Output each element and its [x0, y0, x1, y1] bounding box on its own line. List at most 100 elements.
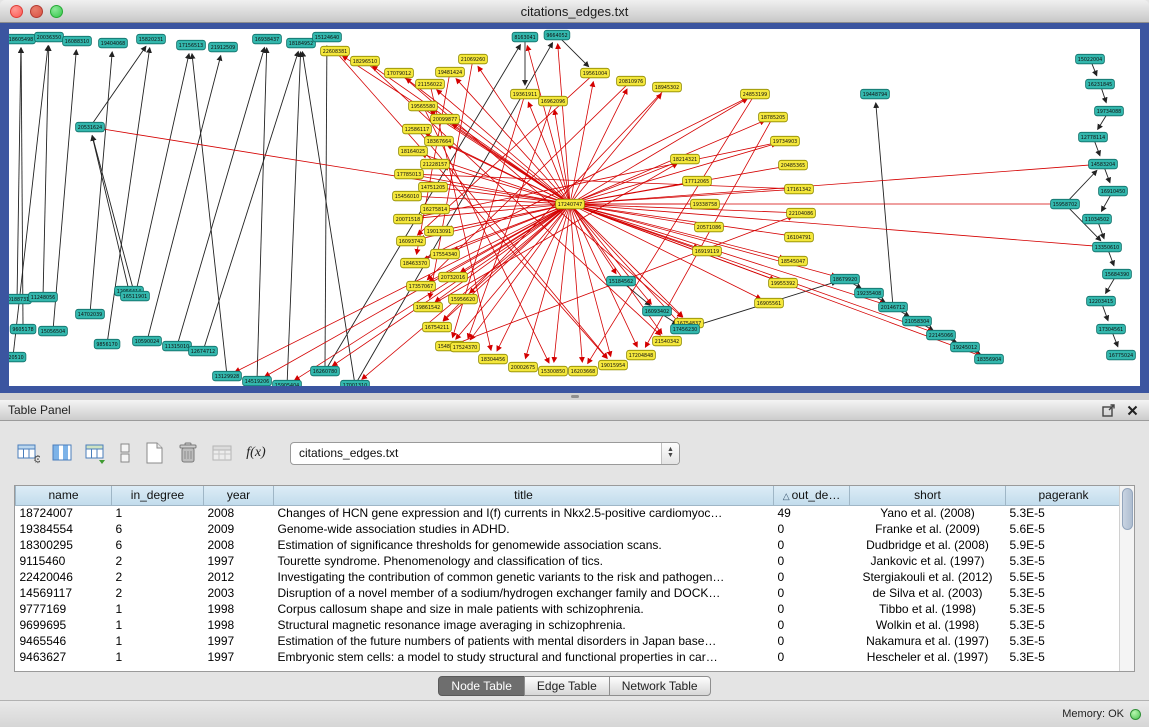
graph-node[interactable]: 24853199 — [741, 89, 770, 99]
table-cell[interactable]: 1 — [112, 601, 204, 617]
graph-node[interactable]: 18214321 — [671, 154, 700, 164]
table-cell[interactable]: 0 — [774, 585, 850, 601]
close-button[interactable] — [10, 5, 23, 18]
graph-edge[interactable] — [1068, 171, 1097, 202]
graph-node[interactable]: 16260780 — [311, 366, 340, 376]
graph-node[interactable]: 13350610 — [1093, 242, 1122, 252]
graph-edge[interactable] — [92, 46, 146, 123]
graph-edge[interactable] — [257, 48, 267, 377]
graph-node[interactable]: 19448794 — [861, 89, 890, 99]
table-cell[interactable]: 0 — [774, 553, 850, 569]
column-header-name[interactable]: name — [16, 486, 112, 505]
graph-node[interactable]: 17554340 — [431, 249, 460, 258]
table-cell[interactable]: 9699695 — [16, 617, 112, 633]
graph-node[interactable]: 20531624 — [76, 122, 105, 132]
graph-edge[interactable] — [570, 208, 582, 362]
table-cell[interactable]: Estimation of the future numbers of pati… — [274, 633, 774, 649]
graph-edge[interactable] — [573, 207, 683, 317]
table-cell[interactable]: 9777169 — [16, 601, 112, 617]
float-window-icon[interactable] — [1099, 402, 1117, 418]
graph-node[interactable]: 20732016 — [439, 272, 468, 282]
graph-node[interactable]: 18679920 — [831, 274, 860, 284]
table-cell[interactable]: Investigating the contribution of common… — [274, 569, 774, 585]
table-row[interactable]: 977716911998Corpus callosum shape and si… — [16, 601, 1122, 617]
graph-edge[interactable] — [588, 97, 753, 363]
graph-edge[interactable] — [302, 52, 354, 381]
graph-edge[interactable] — [574, 121, 765, 203]
graph-edge[interactable] — [343, 56, 567, 202]
graph-node[interactable]: 18184952 — [287, 38, 316, 48]
graph-edge[interactable] — [1102, 305, 1108, 321]
table-cell[interactable]: 1998 — [204, 601, 274, 617]
graph-node[interactable]: 22608381 — [321, 46, 350, 56]
graph-node[interactable]: 21540342 — [653, 336, 682, 346]
table-cell[interactable]: 22420046 — [16, 569, 112, 585]
graph-node[interactable]: 19015954 — [599, 360, 628, 370]
graph-node[interactable]: 18785205 — [759, 112, 788, 122]
column-visibility-button[interactable] — [48, 440, 76, 466]
graph-node[interactable]: 15124640 — [313, 32, 342, 42]
graph-node[interactable]: 17456230 — [671, 324, 700, 334]
graph-edge[interactable] — [571, 82, 594, 200]
table-cell[interactable]: 49 — [774, 505, 850, 521]
graph-edge[interactable] — [574, 205, 933, 332]
table-row[interactable]: 1938455462009Genome-wide association stu… — [16, 521, 1122, 537]
graph-node[interactable]: 15956620 — [449, 294, 478, 304]
tab-network-table[interactable]: Network Table — [609, 676, 711, 696]
column-header-pagerank[interactable]: pagerank — [1006, 486, 1122, 505]
table-edit-button[interactable] — [82, 440, 110, 466]
table-cell[interactable]: 5.3E-5 — [1006, 617, 1122, 633]
graph-node[interactable]: 15905404 — [273, 380, 302, 386]
graph-node[interactable]: 10188731 — [9, 294, 31, 304]
graph-edge[interactable] — [527, 46, 569, 200]
graph-node[interactable]: 19561004 — [581, 68, 610, 78]
graph-node[interactable]: 16962096 — [539, 96, 568, 106]
table-cell[interactable]: 1 — [112, 617, 204, 633]
table-cell[interactable]: 18724007 — [16, 505, 112, 521]
table-row[interactable]: 911546021997Tourette syndrome. Phenomeno… — [16, 553, 1122, 569]
graph-edge[interactable] — [1102, 195, 1112, 212]
graph-edge[interactable] — [99, 128, 566, 203]
table-row[interactable]: 2242004622012Investigating the contribut… — [16, 569, 1122, 585]
graph-edge[interactable] — [53, 50, 76, 327]
graph-edge[interactable] — [560, 38, 589, 67]
graph-node[interactable]: 21228157 — [421, 159, 450, 169]
graph-node[interactable]: 20036350 — [35, 32, 64, 42]
graph-edge[interactable] — [448, 205, 566, 229]
graph-edge[interactable] — [1104, 168, 1110, 183]
graph-node[interactable]: 18356904 — [975, 354, 1004, 364]
graph-edge[interactable] — [265, 206, 567, 377]
graph-node[interactable]: 22104086 — [787, 208, 816, 218]
graph-node[interactable]: 16919119 — [693, 246, 722, 256]
table-cell[interactable]: 0 — [774, 617, 850, 633]
graph-edge[interactable] — [372, 66, 566, 202]
graph-node[interactable]: 14702039 — [76, 309, 105, 319]
table-cell[interactable]: Wolkin et al. (1998) — [850, 617, 1006, 633]
column-header-title[interactable]: title — [274, 486, 774, 505]
new-column-button[interactable] — [140, 440, 168, 466]
graph-node[interactable]: 21069260 — [459, 54, 488, 64]
graph-node[interactable]: 8163041 — [512, 32, 538, 42]
window-titlebar[interactable]: citations_edges.txt — [0, 0, 1149, 23]
minimize-button[interactable] — [30, 5, 43, 18]
column-header-year[interactable]: year — [204, 486, 274, 505]
tab-node-table[interactable]: Node Table — [438, 676, 525, 696]
graph-node[interactable]: 16938437 — [253, 34, 282, 44]
graph-node[interactable]: 19861542 — [414, 302, 443, 312]
graph-node[interactable]: 19955392 — [769, 278, 798, 288]
table-cell[interactable]: Changes of HCN gene expression and I(f) … — [274, 505, 774, 521]
graph-node[interactable]: 20146712 — [879, 302, 908, 312]
table-row[interactable]: 946362711997Embryonic stem cells: a mode… — [16, 649, 1122, 665]
column-header-short[interactable]: short — [850, 486, 1006, 505]
graph-node[interactable]: 19235408 — [855, 288, 884, 298]
table-cell[interactable]: 2008 — [204, 505, 274, 521]
graph-node[interactable]: 17785013 — [395, 169, 424, 179]
table-cell[interactable]: 2003 — [204, 585, 274, 601]
table-cell[interactable]: 5.9E-5 — [1006, 537, 1122, 553]
graph-node[interactable]: 18545047 — [779, 256, 808, 266]
table-cell[interactable]: 9465546 — [16, 633, 112, 649]
graph-edge[interactable] — [1098, 114, 1107, 129]
graph-node[interactable]: 19404068 — [99, 38, 128, 48]
graph-node[interactable]: 19338758 — [691, 199, 720, 209]
table-cell[interactable]: 1 — [112, 505, 204, 521]
